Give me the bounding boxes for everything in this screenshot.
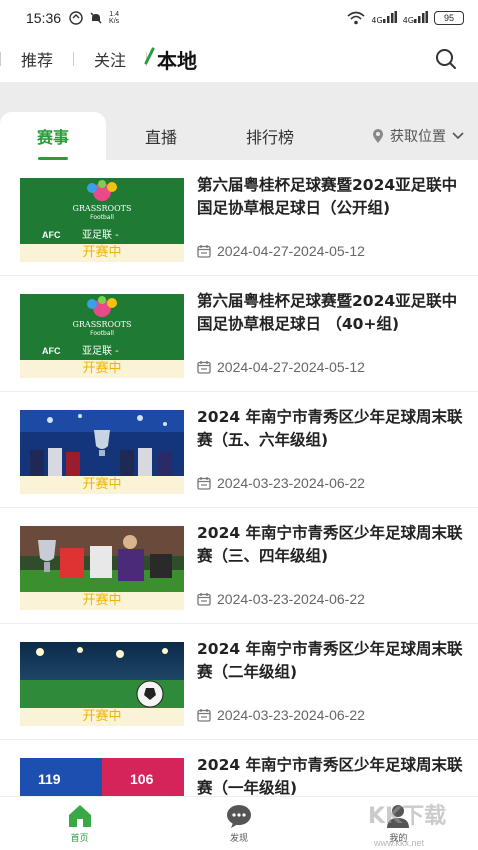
football-text: Football	[90, 330, 114, 337]
trophy-celebration-image	[20, 410, 184, 476]
grassroots-logo-image: GRASSROOTS Football AFC 亚足联 -	[20, 294, 184, 360]
event-date-text: 2024-03-23-2024-06-22	[217, 475, 365, 491]
event-date-text: 2024-03-23-2024-06-22	[217, 591, 365, 607]
calendar-icon	[197, 245, 211, 258]
status-badge: 开赛中	[20, 476, 184, 494]
event-thumbnail: 开赛中	[20, 410, 184, 494]
signal-bars-icon	[382, 11, 397, 23]
event-thumbnail: 开赛中	[20, 642, 184, 726]
calendar-icon	[197, 709, 211, 722]
event-thumbnail: GRASSROOTS Football AFC 亚足联 - 开赛中	[20, 178, 184, 262]
chevron-down-icon	[452, 132, 464, 140]
status-icons-left: 1.4 K/s	[69, 11, 119, 25]
location-pin-icon	[373, 129, 383, 143]
wifi-icon	[347, 11, 365, 25]
event-title: 2024 年南宁市青秀区少年足球周末联赛（五、六年级组)	[197, 408, 463, 449]
status-badge: 开赛中	[20, 244, 184, 262]
event-date-text: 2024-04-27-2024-05-12	[217, 359, 365, 375]
event-date: 2024-04-27-2024-05-12	[197, 359, 365, 375]
event-item[interactable]: GRASSROOTS Football AFC 亚足联 - 开赛中 第六届粤桂杯…	[0, 160, 478, 276]
subtab-events[interactable]: 赛事	[0, 112, 106, 160]
watermark-logo: KK下载	[368, 804, 447, 829]
tab-local[interactable]: 本地	[144, 45, 217, 74]
jersey-number-right: 106	[130, 771, 154, 787]
nav-discover[interactable]: 发现	[159, 797, 318, 850]
nav-home[interactable]: 首页	[0, 797, 159, 850]
status-badge: 开赛中	[20, 360, 184, 378]
grassroots-text: GRASSROOTS	[73, 204, 132, 213]
event-title: 2024 年南宁市青秀区少年足球周末联赛（一年级组)	[197, 756, 463, 797]
event-date: 2024-03-23-2024-06-22	[197, 707, 365, 723]
network-speed: 1.4 K/s	[109, 11, 119, 25]
event-title: 第六届粤桂杯足球赛暨2024亚足联中国足协草根足球日（公开组)	[197, 176, 458, 217]
watermark-url: www.kkx.net	[374, 838, 425, 848]
event-item[interactable]: 开赛中 2024 年南宁市青秀区少年足球周末联赛（二年级组) 2024-03-2…	[0, 624, 478, 740]
event-date: 2024-03-23-2024-06-22	[197, 475, 365, 491]
nav-home-label: 首页	[70, 834, 89, 844]
jersey-number-left: 119	[38, 771, 61, 787]
afc-text: AFC	[42, 346, 61, 356]
status-badge: 开赛中	[20, 708, 184, 726]
calendar-icon	[197, 593, 211, 606]
speed-value: 1.4	[109, 11, 119, 18]
signal-2-label: 4G	[402, 16, 414, 25]
status-bar: 15:36 1.4 K/s 4G 4G 95	[0, 0, 478, 36]
event-item[interactable]: 开赛中 2024 年南宁市青秀区少年足球周末联赛（五、六年级组) 2024-03…	[0, 392, 478, 508]
signal-2: 4G	[403, 11, 428, 25]
event-list: GRASSROOTS Football AFC 亚足联 - 开赛中 第六届粤桂杯…	[0, 160, 478, 850]
header-band	[0, 82, 478, 112]
home-icon	[68, 805, 91, 827]
event-title: 2024 年南宁市青秀区少年足球周末联赛（三、四年级组)	[197, 524, 463, 565]
event-date-text: 2024-03-23-2024-06-22	[217, 707, 365, 723]
location-label: 获取位置	[390, 129, 446, 145]
grassroots-text: GRASSROOTS	[73, 320, 132, 329]
event-title: 第六届粤桂杯足球赛暨2024亚足联中国足协草根足球日 （40+组)	[197, 292, 458, 333]
tab-recommend[interactable]: 推荐	[1, 47, 73, 71]
stadium-ball-image	[20, 642, 184, 708]
event-item[interactable]: GRASSROOTS Football AFC 亚足联 - 开赛中 第六届粤桂杯…	[0, 276, 478, 392]
mute-bell-icon	[90, 12, 102, 24]
tab-local-label: 本地	[157, 48, 198, 73]
event-item[interactable]: 开赛中 2024 年南宁市青秀区少年足球周末联赛（三、四年级组) 2024-03…	[0, 508, 478, 624]
signal-1-label: 4G	[371, 16, 383, 25]
nav-discover-label: 发现	[229, 834, 248, 844]
afc-cn-text: 亚足联 -	[82, 229, 119, 241]
tab-follow[interactable]: 关注	[74, 47, 146, 71]
calendar-icon	[197, 361, 211, 374]
signal-bars-icon	[414, 11, 428, 23]
subtab-ranking[interactable]: 排行榜	[218, 112, 322, 160]
afc-cn-text: 亚足联 -	[82, 345, 119, 357]
event-date: 2024-03-23-2024-06-22	[197, 591, 365, 607]
status-time: 15:36	[26, 10, 62, 26]
event-thumbnail: GRASSROOTS Football AFC 亚足联 - 开赛中	[20, 294, 184, 378]
location-selector[interactable]: 获取位置	[372, 112, 464, 160]
event-thumbnail: 开赛中	[20, 526, 184, 610]
discover-chat-icon	[226, 805, 251, 828]
player-trophy-image	[20, 526, 184, 592]
battery-icon: 95	[434, 11, 464, 25]
active-tab-accent-icon	[144, 47, 155, 64]
status-badge: 开赛中	[20, 592, 184, 610]
grassroots-logo-image: GRASSROOTS Football AFC 亚足联 -	[20, 178, 184, 244]
top-nav: 推荐 关注 本地	[0, 36, 478, 82]
football-text: Football	[90, 214, 114, 221]
calendar-icon	[197, 477, 211, 490]
subtab-live[interactable]: 直播	[110, 112, 212, 160]
signal-1: 4G	[371, 11, 397, 25]
status-icons-right: 4G 4G 95	[347, 11, 464, 25]
event-title: 2024 年南宁市青秀区少年足球周末联赛（二年级组)	[197, 640, 463, 681]
search-icon[interactable]	[434, 47, 458, 71]
event-date: 2024-04-27-2024-05-12	[197, 243, 365, 259]
afc-text: AFC	[42, 230, 61, 240]
notification-icon	[69, 11, 83, 25]
speed-unit: K/s	[109, 18, 120, 25]
event-date-text: 2024-04-27-2024-05-12	[217, 243, 365, 259]
